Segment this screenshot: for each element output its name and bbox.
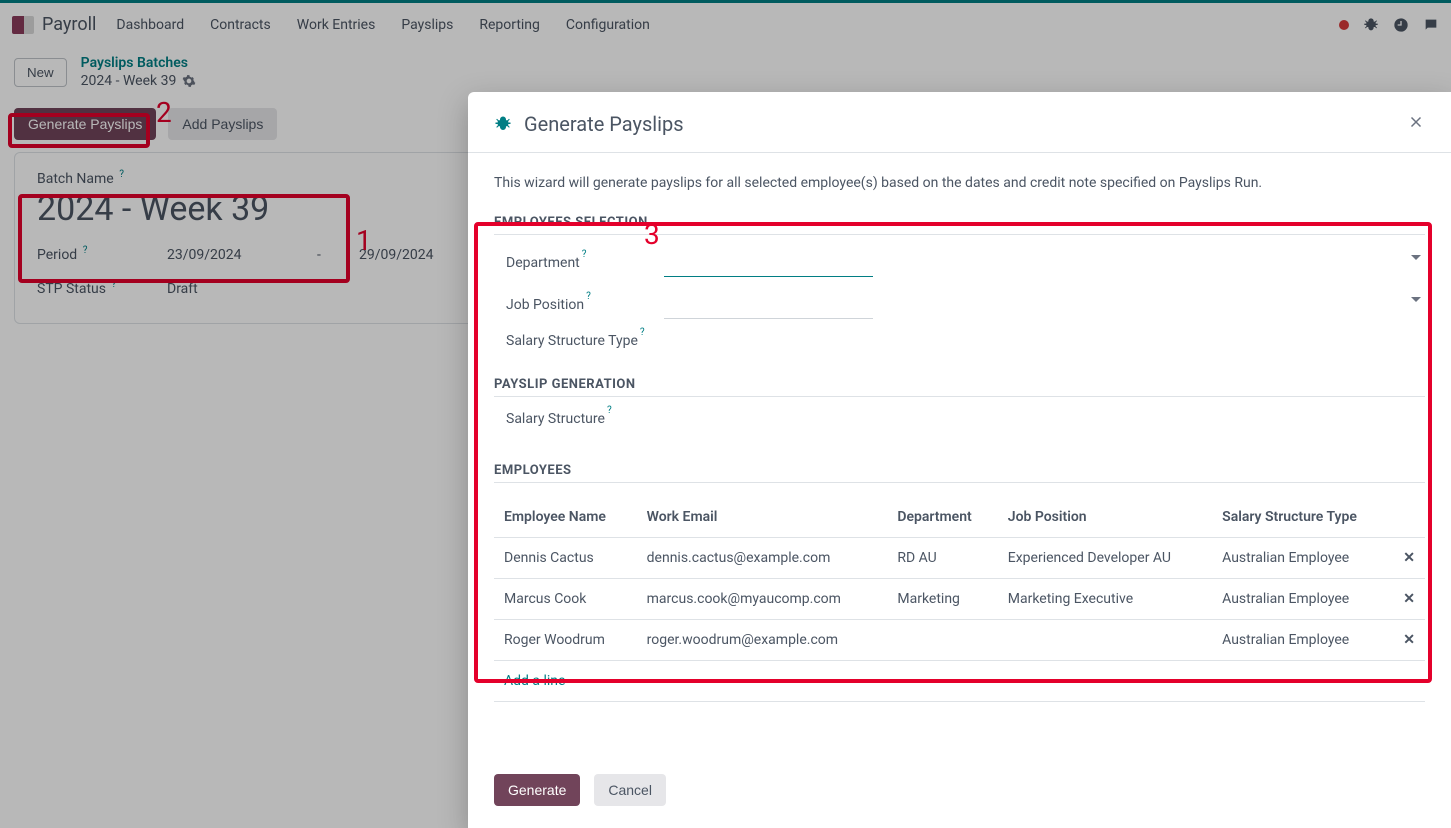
department-label: Department	[506, 255, 580, 271]
modal-header: Generate Payslips	[468, 92, 1451, 153]
cell-name[interactable]: Dennis Cactus	[494, 538, 637, 579]
cell-email[interactable]: dennis.cactus@example.com	[637, 538, 888, 579]
help-icon[interactable]: ?	[607, 405, 612, 416]
table-row[interactable]: Marcus Cookmarcus.cook@myaucomp.comMarke…	[494, 579, 1425, 620]
modal-footer: Generate Cancel	[468, 758, 1451, 828]
chevron-down-icon[interactable]	[1411, 255, 1421, 265]
cell-dept[interactable]	[887, 620, 997, 661]
th-work-email[interactable]: Work Email	[637, 497, 888, 538]
generate-payslips-modal: Generate Payslips This wizard will gener…	[468, 92, 1451, 828]
chevron-down-icon[interactable]	[1411, 297, 1421, 307]
delete-row-icon[interactable]: ✕	[1393, 538, 1425, 579]
employees-table: Employee Name Work Email Department Job …	[494, 497, 1425, 661]
cancel-button[interactable]: Cancel	[594, 774, 666, 806]
add-a-line[interactable]: Add a line	[494, 661, 1425, 702]
section-employees-selection: EMPLOYEES SELECTION	[494, 215, 1425, 235]
cell-email[interactable]: marcus.cook@myaucomp.com	[637, 579, 888, 620]
cell-job[interactable]: Marketing Executive	[998, 579, 1212, 620]
salary-structure-label: Salary Structure	[506, 411, 605, 427]
salary-structure-type-label: Salary Structure Type	[506, 333, 638, 349]
help-icon[interactable]: ?	[582, 249, 587, 260]
department-input[interactable]	[664, 249, 873, 277]
section-payslip-generation: PAYSLIP GENERATION	[494, 377, 1425, 397]
cell-sst[interactable]: Australian Employee	[1212, 579, 1393, 620]
job-position-label: Job Position	[506, 297, 584, 313]
cell-name[interactable]: Marcus Cook	[494, 579, 637, 620]
th-employee-name[interactable]: Employee Name	[494, 497, 637, 538]
table-row[interactable]: Dennis Cactusdennis.cactus@example.comRD…	[494, 538, 1425, 579]
cell-sst[interactable]: Australian Employee	[1212, 538, 1393, 579]
delete-row-icon[interactable]: ✕	[1393, 579, 1425, 620]
th-salary-structure-type[interactable]: Salary Structure Type	[1212, 497, 1393, 538]
th-department[interactable]: Department	[887, 497, 997, 538]
delete-row-icon[interactable]: ✕	[1393, 620, 1425, 661]
generate-button[interactable]: Generate	[494, 774, 580, 806]
cell-sst[interactable]: Australian Employee	[1212, 620, 1393, 661]
section-employees: EMPLOYEES	[494, 463, 1425, 483]
job-position-input[interactable]	[664, 291, 873, 319]
th-actions	[1393, 497, 1425, 538]
th-job-position[interactable]: Job Position	[998, 497, 1212, 538]
modal-intro-text: This wizard will generate payslips for a…	[494, 175, 1425, 191]
help-icon[interactable]: ?	[640, 327, 645, 338]
cell-job[interactable]	[998, 620, 1212, 661]
table-header-row: Employee Name Work Email Department Job …	[494, 497, 1425, 538]
cell-dept[interactable]: Marketing	[887, 579, 997, 620]
bug-icon[interactable]	[494, 115, 512, 133]
table-row[interactable]: Roger Woodrumroger.woodrum@example.com Au…	[494, 620, 1425, 661]
cell-dept[interactable]: RD AU	[887, 538, 997, 579]
help-icon[interactable]: ?	[586, 291, 591, 302]
modal-body: This wizard will generate payslips for a…	[468, 153, 1451, 758]
cell-email[interactable]: roger.woodrum@example.com	[637, 620, 888, 661]
annotation-number-3: 3	[644, 218, 660, 251]
modal-title: Generate Payslips	[524, 112, 684, 136]
close-icon[interactable]	[1407, 113, 1425, 135]
cell-name[interactable]: Roger Woodrum	[494, 620, 637, 661]
cell-job[interactable]: Experienced Developer AU	[998, 538, 1212, 579]
